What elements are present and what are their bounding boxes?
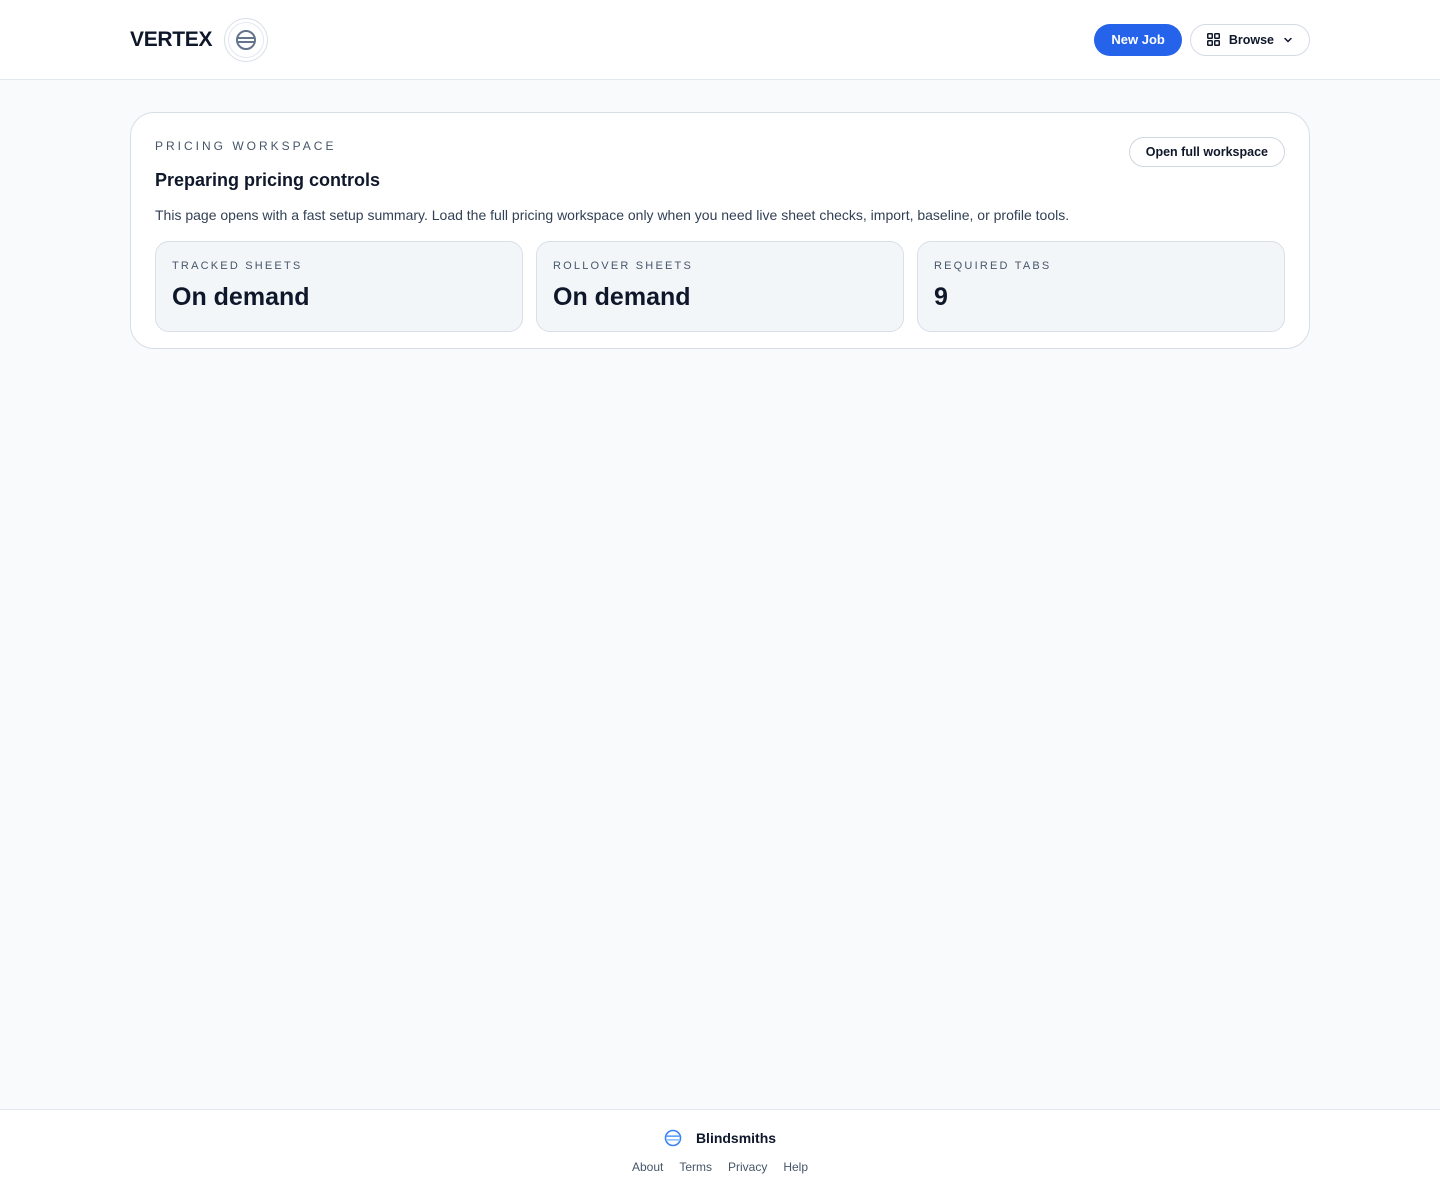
browse-label: Browse — [1228, 32, 1274, 47]
footer-brand-name: Blindsmiths — [695, 1130, 777, 1146]
main-content: PRICING WORKSPACE Preparing pricing cont… — [0, 80, 1440, 1109]
stat-label: ROLLOVER SHEETS — [553, 260, 693, 272]
stat-value: On demand — [553, 283, 691, 311]
stat-value: 9 — [934, 283, 948, 311]
page-title: Preparing pricing controls — [155, 170, 381, 190]
blindsmiths-logo-icon — [664, 1129, 682, 1147]
grid-icon — [1206, 33, 1220, 46]
browse-menu-button[interactable]: Browse — [1189, 23, 1310, 56]
footer-link-help[interactable]: Help — [783, 1160, 808, 1174]
stat-card-required-tabs: REQUIRED TABS 9 — [917, 241, 1285, 332]
new-job-button[interactable]: New Job — [1094, 23, 1182, 56]
footer-links: About Terms Privacy Help — [632, 1160, 808, 1174]
stat-card-tracked-sheets: TRACKED SHEETS On demand — [155, 241, 523, 332]
chevron-down-icon — [1283, 35, 1293, 45]
top-header: VERTEX New Job Browse — [0, 0, 1440, 80]
stat-label: REQUIRED TABS — [934, 260, 1052, 272]
stat-value: On demand — [172, 283, 310, 311]
footer-link-about[interactable]: About — [632, 1160, 663, 1174]
pricing-workspace-card: PRICING WORKSPACE Preparing pricing cont… — [130, 112, 1310, 349]
stats-row: TRACKED SHEETS On demand ROLLOVER SHEETS… — [155, 241, 1285, 332]
site-footer: Blindsmiths About Terms Privacy Help — [0, 1109, 1440, 1200]
footer-brand: Blindsmiths — [664, 1129, 776, 1147]
vertex-logo-icon — [224, 17, 269, 62]
header-actions: New Job Browse — [1094, 23, 1310, 56]
page: VERTEX New Job Browse PRICING WORKSPACE … — [0, 0, 1440, 1200]
section-eyebrow: PRICING WORKSPACE — [155, 139, 337, 153]
stat-card-rollover-sheets: ROLLOVER SHEETS On demand — [536, 241, 904, 332]
page-description: This page opens with a fast setup summar… — [155, 207, 1070, 223]
open-full-workspace-button[interactable]: Open full workspace — [1128, 137, 1285, 167]
stat-label: TRACKED SHEETS — [172, 260, 303, 272]
footer-link-privacy[interactable]: Privacy — [728, 1160, 767, 1174]
brand-home-link[interactable]: VERTEX — [130, 17, 269, 62]
footer-link-terms[interactable]: Terms — [679, 1160, 712, 1174]
brand-name: VERTEX — [130, 27, 213, 51]
